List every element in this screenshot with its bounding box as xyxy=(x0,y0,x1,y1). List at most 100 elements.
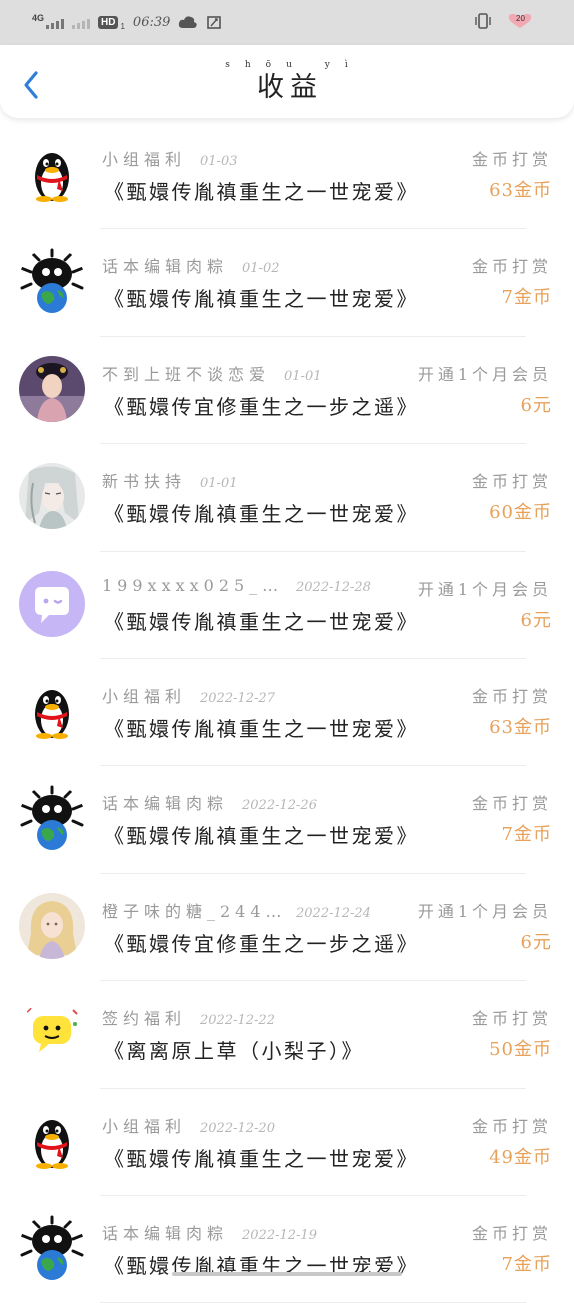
income-list: 小组福利 01-03 《甄嬛传胤禛重生之一世宠爱》 金币打赏 63金币 话本编辑… xyxy=(0,122,574,1303)
income-record-row[interactable]: 橙子味的糖_24413... 2022-12-24 《甄嬛传宜修重生之一步之遥》… xyxy=(0,874,574,982)
income-type: 金币打赏 xyxy=(471,257,552,277)
income-source: 话本编辑肉粽 xyxy=(102,257,229,277)
income-type: 金币打赏 xyxy=(471,794,552,814)
income-record-row[interactable]: 小组福利 01-03 《甄嬛传胤禛重生之一世宠爱》 金币打赏 63金币 xyxy=(0,122,574,230)
income-date: 2022-12-20 xyxy=(200,1120,275,1136)
record-meta: 签约福利 2022-12-22 xyxy=(102,1005,275,1029)
avatar-yellow-chat[interactable] xyxy=(19,1000,85,1067)
avatar-qq-penguin[interactable] xyxy=(19,677,85,744)
income-record-row[interactable]: 小组福利 2022-12-20 《甄嬛传胤禛重生之一世宠爱》 金币打赏 49金币 xyxy=(0,1089,574,1196)
signal-icon xyxy=(46,15,65,29)
income-amount: 6元 xyxy=(520,394,552,416)
record-meta: 小组福利 01-03 xyxy=(102,146,238,170)
income-type: 开通1个月会员 xyxy=(417,901,552,921)
income-type: 金币打赏 xyxy=(471,472,552,492)
income-type: 金币打赏 xyxy=(471,1116,552,1136)
income-source: 新书扶持 xyxy=(102,472,187,492)
work-title: 《甄嬛传胤禛重生之一世宠爱》 xyxy=(104,1146,419,1171)
income-record-row[interactable]: 话本编辑肉粽 01-02 《甄嬛传胤禛重生之一世宠爱》 金币打赏 7金币 xyxy=(0,229,574,337)
income-amount: 6元 xyxy=(520,931,552,953)
income-amount: 49金币 xyxy=(489,1146,552,1168)
income-record-row[interactable]: 199xxxx025_875456713 2022-12-28 《甄嬛传胤禛重生… xyxy=(0,552,574,659)
income-type: 金币打赏 xyxy=(471,686,552,706)
record-meta: 新书扶持 01-01 xyxy=(102,468,238,492)
work-title: 《甄嬛传胤禛重生之一世宠爱》 xyxy=(104,716,419,741)
income-date: 2022-12-28 xyxy=(296,579,371,595)
income-date: 01-01 xyxy=(200,476,238,492)
income-date: 01-03 xyxy=(200,154,238,169)
avatar-qq-penguin[interactable] xyxy=(19,141,85,207)
vibrate-icon xyxy=(475,13,491,29)
income-type: 金币打赏 xyxy=(471,1223,552,1243)
income-date: 01-02 xyxy=(242,261,280,277)
avatar-spiky-earth[interactable] xyxy=(19,248,85,315)
page-title: 收益 xyxy=(257,72,323,103)
income-amount: 60金币 xyxy=(489,502,552,524)
home-indicator[interactable] xyxy=(172,1272,402,1276)
income-source: 话本编辑肉粽 xyxy=(102,1223,229,1243)
income-amount: 7金币 xyxy=(501,1253,552,1275)
income-source: 不到上班不谈恋爱 xyxy=(102,364,271,384)
work-title: 《甄嬛传胤禛重生之一世宠爱》 xyxy=(104,180,419,204)
income-amount: 7金币 xyxy=(501,287,552,309)
hd-sub: 1 xyxy=(120,21,125,31)
avatar-anime-man[interactable] xyxy=(19,463,85,530)
clock: 06:39 xyxy=(132,14,171,30)
income-source: 小组福利 xyxy=(102,686,187,706)
record-meta: 小组福利 2022-12-27 xyxy=(102,683,275,707)
income-record-row[interactable]: 话本编辑肉粽 2022-12-26 《甄嬛传胤禛重生之一世宠爱》 金币打赏 7金… xyxy=(0,766,574,874)
record-meta: 话本编辑肉粽 2022-12-19 xyxy=(102,1220,317,1244)
battery-icon: 20 xyxy=(506,12,534,30)
income-date: 2022-12-27 xyxy=(200,690,275,706)
weather-cloud-icon xyxy=(179,16,198,28)
avatar-purple-chat[interactable] xyxy=(19,570,85,637)
income-record-row[interactable]: 新书扶持 01-01 《甄嬛传胤禛重生之一世宠爱》 金币打赏 60金币 xyxy=(0,444,574,552)
avatar-qq-penguin[interactable] xyxy=(19,1107,85,1174)
avatar-spiky-earth[interactable] xyxy=(19,1214,85,1281)
record-meta: 不到上班不谈恋爱 01-01 xyxy=(102,361,322,385)
page-header: shōu yì 收益 xyxy=(0,45,574,118)
work-title: 《甄嬛传宜修重生之一步之遥》 xyxy=(104,931,419,956)
hd-icon: HD xyxy=(98,15,119,29)
record-meta: 话本编辑肉粽 01-02 xyxy=(102,253,280,277)
record-meta: 话本编辑肉粽 2022-12-26 xyxy=(102,790,317,814)
status-right: 20 xyxy=(474,12,534,30)
income-source: 199xxxx025_875456713 xyxy=(102,575,282,595)
work-title: 《甄嬛传胤禛重生之一世宠爱》 xyxy=(104,609,419,634)
income-type: 开通1个月会员 xyxy=(417,364,552,384)
income-date: 2022-12-22 xyxy=(200,1013,275,1029)
income-record-row[interactable]: 签约福利 2022-12-22 《离离原上草（小梨子）》 金币打赏 50金币 xyxy=(0,981,574,1089)
income-type: 金币打赏 xyxy=(471,150,552,169)
income-date: 2022-12-19 xyxy=(242,1227,317,1243)
work-title: 《甄嬛传宜修重生之一步之遥》 xyxy=(104,394,419,419)
page-title-wrap: shōu yì 收益 xyxy=(0,59,574,105)
income-record-row[interactable]: 话本编辑肉粽 2022-12-19 《甄嬛传胤禛重生之一世宠爱》 金币打赏 7金… xyxy=(0,1196,574,1303)
income-date: 01-01 xyxy=(284,368,322,384)
income-source: 小组福利 xyxy=(102,1116,187,1136)
income-amount: 6元 xyxy=(520,609,552,631)
page-title-pinyin: shōu yì xyxy=(225,60,363,70)
avatar-costume-woman[interactable] xyxy=(19,355,85,422)
avatar-blonde-girl[interactable] xyxy=(19,892,85,959)
work-title: 《离离原上草（小梨子）》 xyxy=(104,1039,364,1064)
income-amount: 63金币 xyxy=(489,180,552,201)
signal-2-icon xyxy=(72,15,91,29)
status-left: 4G HD 1 06:39 xyxy=(32,12,222,32)
income-record-row[interactable]: 小组福利 2022-12-27 《甄嬛传胤禛重生之一世宠爱》 金币打赏 63金币 xyxy=(0,659,574,767)
work-title: 《甄嬛传胤禛重生之一世宠爱》 xyxy=(104,287,419,312)
income-amount: 7金币 xyxy=(501,824,552,846)
income-source: 小组福利 xyxy=(102,150,187,169)
status-bar: 4G HD 1 06:39 20 xyxy=(0,0,574,45)
income-record-row[interactable]: 不到上班不谈恋爱 01-01 《甄嬛传宜修重生之一步之遥》 开通1个月会员 6元 xyxy=(0,337,574,445)
record-meta: 199xxxx025_875456713 2022-12-28 xyxy=(102,576,371,595)
income-type: 金币打赏 xyxy=(471,1009,552,1029)
avatar-spiky-earth[interactable] xyxy=(19,785,85,852)
income-type: 开通1个月会员 xyxy=(417,579,552,599)
screenshot-icon xyxy=(207,16,222,29)
record-meta: 小组福利 2022-12-20 xyxy=(102,1113,275,1137)
income-source: 橙子味的糖_24413... xyxy=(102,901,282,921)
income-source: 话本编辑肉粽 xyxy=(102,794,229,814)
network-type: 4G xyxy=(32,13,45,23)
record-meta: 橙子味的糖_24413... 2022-12-24 xyxy=(102,898,371,922)
income-amount: 50金币 xyxy=(489,1039,552,1061)
